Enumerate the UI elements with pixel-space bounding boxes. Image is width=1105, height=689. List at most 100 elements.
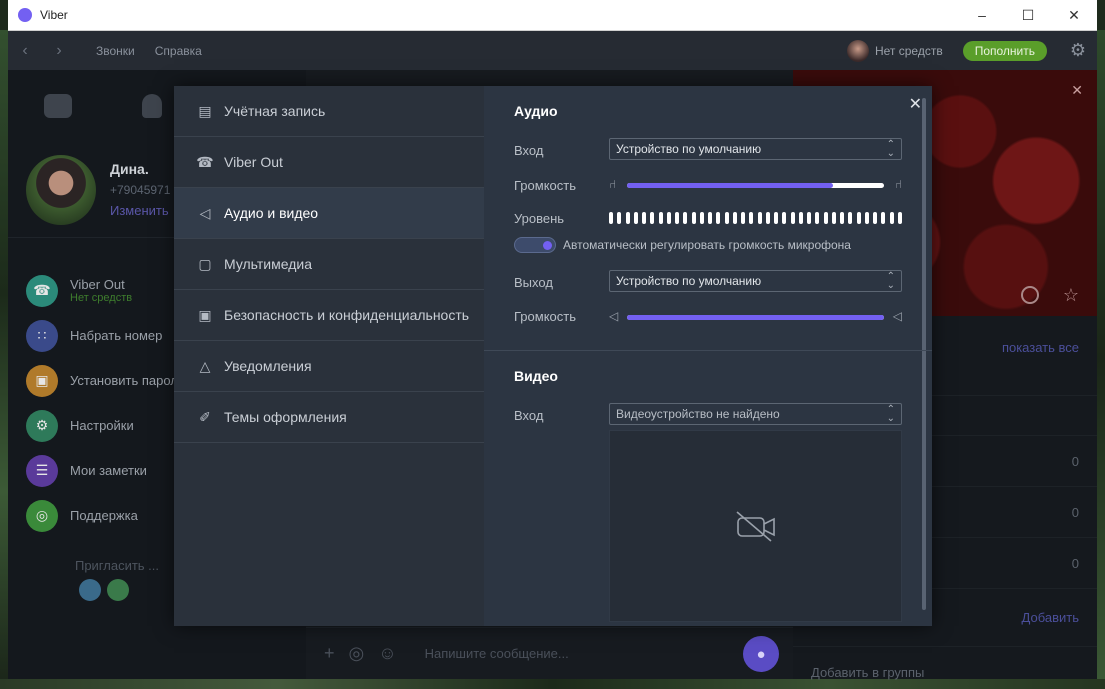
audio-output-label: Выход	[514, 275, 553, 290]
level-bar	[823, 212, 828, 224]
email-icon[interactable]	[107, 579, 129, 601]
level-bar	[897, 212, 902, 224]
level-bar	[724, 212, 729, 224]
level-bar	[856, 212, 861, 224]
chats-tab-icon[interactable]	[44, 94, 72, 118]
level-bar	[840, 212, 844, 224]
back-arrow-icon[interactable]: ‹	[8, 42, 42, 60]
select-arrows-icon: ⌃ ⌄	[886, 404, 895, 424]
sidebar-item-label: Viber Out	[70, 277, 125, 292]
input-volume-label: Громкость	[514, 178, 576, 193]
sticker-icon[interactable]: ☺	[378, 643, 396, 664]
camera-off-icon	[735, 511, 775, 542]
sidebar-item-label: Установить парол	[70, 373, 178, 388]
level-label: Уровень	[514, 211, 565, 226]
video-input-label: Вход	[514, 408, 544, 423]
settings-nav-label: Мультимедиа	[224, 256, 312, 272]
lock-icon: ▣	[26, 364, 58, 397]
select-arrows-icon: ⌃ ⌄	[886, 139, 895, 159]
section-divider	[484, 350, 932, 351]
avatar[interactable]	[846, 39, 869, 62]
audio-output-select[interactable]: Устройство по умолчанию ⌃ ⌄	[609, 270, 902, 292]
level-bar	[691, 212, 696, 224]
settings-nav-security[interactable]: ▣ Безопасность и конфиденциальность	[174, 290, 484, 341]
window-title: Viber	[40, 8, 68, 22]
lock-icon: ▣	[198, 306, 212, 323]
settings-nav-themes[interactable]: ✐ Темы оформления	[174, 392, 484, 443]
message-input[interactable]: Напишите сообщение...	[425, 646, 569, 661]
forward-arrow-icon[interactable]: ›	[42, 42, 76, 60]
level-bar	[609, 212, 613, 224]
desktop-background-right	[1097, 30, 1105, 689]
video-section-title: Видео	[514, 368, 558, 384]
level-bar	[675, 212, 679, 224]
sidebar-item-label: Настройки	[70, 418, 134, 433]
maximize-button[interactable]: ☐	[1005, 0, 1051, 30]
settings-nav-label: Viber Out	[224, 154, 283, 170]
level-bar	[782, 212, 787, 224]
show-all-link[interactable]: показать все	[1002, 340, 1079, 355]
add-groups-link[interactable]: Добавить в группы	[811, 665, 924, 680]
level-bar	[831, 212, 836, 224]
input-volume-track	[627, 183, 884, 188]
phone-icon: ☎	[196, 153, 214, 170]
speaker-high-icon: ◁	[892, 309, 902, 323]
level-bar	[765, 212, 770, 224]
profile-avatar[interactable]	[26, 154, 96, 225]
level-bar	[708, 212, 712, 224]
plus-icon[interactable]: +	[324, 643, 335, 664]
select-arrows-icon: ⌃ ⌄	[886, 271, 895, 291]
scrollbar[interactable]	[922, 98, 926, 610]
output-volume-slider[interactable]: ◁ ◁	[609, 309, 902, 324]
settings-gear-icon[interactable]: ⚙	[1063, 40, 1093, 61]
input-volume-fill	[627, 183, 833, 188]
settings-nav-notifications[interactable]: △ Уведомления	[174, 341, 484, 392]
topup-button[interactable]: Пополнить	[962, 40, 1047, 61]
level-bar	[741, 212, 745, 224]
input-volume-slider[interactable]: ⑁ ⑁	[609, 177, 902, 192]
add-groups-row[interactable]: Добавить в группы	[793, 647, 1097, 689]
auto-gain-toggle[interactable]	[514, 237, 556, 253]
speaker-icon: ◁	[199, 204, 211, 221]
video-input-select[interactable]: Видеоустройство не найдено ⌃ ⌄	[609, 403, 902, 425]
output-volume-fill	[627, 315, 884, 320]
twitter-icon[interactable]	[79, 579, 101, 601]
count-value: 0	[1071, 555, 1079, 571]
level-bar	[864, 212, 869, 224]
settings-nav-viber-out[interactable]: ☎ Viber Out	[174, 137, 484, 188]
close-dialog-icon[interactable]: ✕	[909, 94, 922, 114]
menu-calls[interactable]: Звонки	[96, 44, 135, 58]
level-bar	[642, 212, 646, 224]
dialpad-icon: ∷	[26, 319, 58, 352]
settings-nav-audio-video[interactable]: ◁ Аудио и видео	[174, 188, 484, 239]
gif-icon[interactable]: ◎	[349, 643, 365, 664]
star-icon[interactable]: ☆	[1063, 285, 1079, 306]
level-bar	[699, 212, 704, 224]
message-composer: + ◎ ☺ Напишите сообщение... ●	[306, 627, 793, 679]
level-bar	[774, 212, 778, 224]
media-icon: ▢	[198, 255, 212, 272]
contacts-tab-icon[interactable]	[142, 94, 162, 118]
viber-logo-icon	[18, 8, 32, 22]
settings-content: ✕ Аудио Вход Устройство по умолчанию ⌃ ⌄ …	[484, 86, 932, 626]
settings-nav-account[interactable]: ▤ Учётная запись	[174, 86, 484, 137]
add-link[interactable]: Добавить	[1022, 610, 1079, 625]
menu-help[interactable]: Справка	[155, 44, 202, 58]
level-bar	[716, 212, 721, 224]
audio-input-select[interactable]: Устройство по умолчанию ⌃ ⌄	[609, 138, 902, 160]
settings-nav-label: Темы оформления	[224, 409, 347, 425]
settings-nav-media[interactable]: ▢ Мультимедиа	[174, 239, 484, 290]
close-window-button[interactable]: ✕	[1051, 0, 1097, 30]
level-bar	[757, 212, 762, 224]
settings-nav-label: Учётная запись	[224, 103, 326, 119]
minimize-button[interactable]: –	[959, 0, 1005, 30]
notes-icon: ☰	[26, 454, 58, 487]
gear-icon: ⚙	[26, 409, 58, 442]
level-bar	[798, 212, 803, 224]
profile-edit-link[interactable]: Изменить	[110, 203, 170, 218]
profile-phone: +79045971	[110, 183, 171, 197]
output-volume-track	[627, 315, 884, 320]
close-icon[interactable]: ✕	[1071, 82, 1083, 99]
add-contact-icon[interactable]	[1021, 286, 1039, 304]
microphone-button[interactable]: ●	[743, 636, 779, 672]
